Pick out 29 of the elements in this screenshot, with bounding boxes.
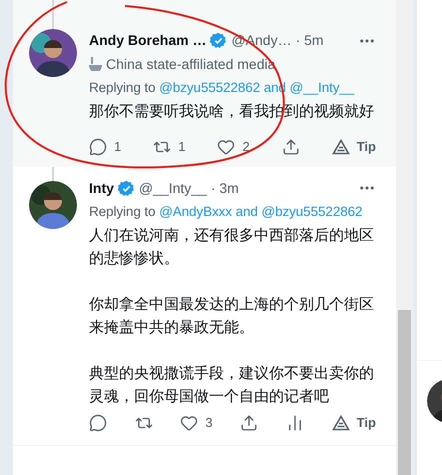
reply-icon bbox=[89, 414, 107, 432]
like-icon bbox=[217, 138, 236, 156]
share-icon bbox=[240, 414, 258, 432]
action-count: 1 bbox=[178, 138, 186, 156]
tweet-text: 人们在说河南，还有很多中西部落后的地区的悲惨惨状。 bbox=[89, 226, 375, 268]
tweet-text: 典型的央视撒谎手段，建议你不要出卖你的灵魂，回你母国做一个自由的记者吧 bbox=[89, 364, 375, 406]
author-name[interactable]: Andy Boreham … bbox=[89, 29, 206, 52]
action-count: 1 bbox=[114, 138, 122, 156]
timestamp[interactable]: · 5m bbox=[296, 29, 324, 52]
tip-button[interactable]: Tip bbox=[332, 134, 376, 158]
share-icon bbox=[282, 138, 300, 156]
tip-button[interactable]: Tip bbox=[332, 410, 376, 434]
tweet-text: 你却拿全中国最发达的上海的个别几个街区来掩盖中共的暴政无能。 bbox=[89, 294, 375, 338]
tip-icon bbox=[332, 138, 350, 154]
like-button[interactable]: 3 bbox=[180, 410, 213, 434]
handle: @__Inty__ bbox=[138, 178, 207, 198]
tip-icon bbox=[332, 414, 350, 430]
podium-icon bbox=[89, 57, 102, 72]
reply-context: Replying to @AndyBxxx and @bzyu55522862 bbox=[89, 203, 364, 221]
scrollbar-thumb[interactable] bbox=[398, 310, 411, 475]
action-count: 3 bbox=[205, 414, 213, 432]
like-icon bbox=[180, 414, 198, 432]
retweet-button[interactable]: 1 bbox=[153, 134, 186, 158]
timestamp[interactable]: · 3m bbox=[210, 176, 239, 200]
action-count: 2 bbox=[242, 138, 250, 156]
reply-button[interactable]: 1 bbox=[89, 134, 122, 158]
reply-icon bbox=[89, 138, 107, 156]
like-button[interactable]: 2 bbox=[217, 134, 250, 158]
author-name[interactable]: Inty bbox=[89, 176, 114, 200]
